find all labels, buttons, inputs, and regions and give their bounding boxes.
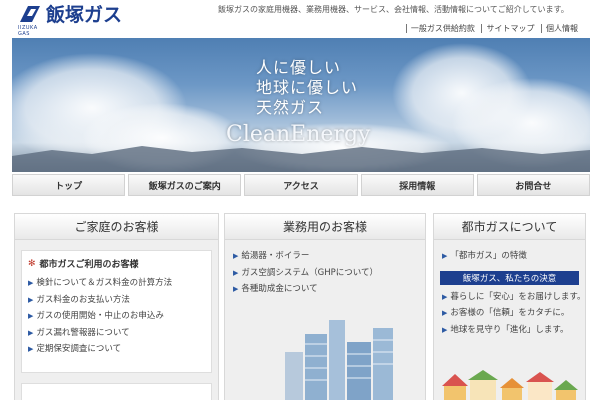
commitment-area: ▶ 暮らしに「安心」をお届けします。 ▶ お客様の「信頼」をカタチに。 ▶ 地球を見守… (434, 285, 586, 339)
link-text: ガス料金のお支払い方法 (36, 294, 130, 305)
hero-line-3: 天然ガス (256, 98, 325, 117)
logo-subtitle: IIZUKA GAS (18, 25, 38, 37)
triangle-icon: ▶ (28, 345, 34, 353)
logo-mark-icon: IIZUKA GAS (18, 4, 42, 37)
util-link-supply-terms[interactable]: 一般ガス供給約款 (405, 24, 479, 33)
business-link-subsidy[interactable]: ▶ 各種助成金について (233, 281, 417, 298)
home-customers-panel: ご家庭のお客様 ✻ 都市ガスご利用のお客様 ▶ 検針について＆ガス料金の計算方法 … (14, 213, 219, 400)
link-text: 検針について＆ガス料金の計算方法 (36, 278, 173, 288)
nav-top[interactable]: トップ (12, 174, 126, 196)
commitment-banner[interactable]: 飯塚ガス、私たちの決意 (440, 270, 579, 285)
link-text: ガス漏れ警報器について (36, 327, 130, 338)
citygas-users-heading: ✻ 都市ガスご利用のお客様 (28, 257, 205, 271)
home-link-list: ▶ 検針について＆ガス料金の計算方法 ▶ ガス料金のお支払い方法 ▶ ガスの使用開始・… (28, 275, 205, 358)
business-links-area: ▶ 給湯器・ボイラー ▶ ガス空調システム（GHPについて） ▶ 各種助成金について (225, 240, 425, 298)
citygas-feature-area: ▶ 「都市ガス」の特徴 (434, 240, 585, 265)
triangle-icon: ▶ (442, 325, 448, 334)
home-link-meter[interactable]: ▶ 検針について＆ガス料金の計算方法 (28, 275, 205, 292)
home-link-start-stop[interactable]: ▶ ガスの使用開始・中止のお申込み (28, 308, 205, 325)
link-text: ガスの使用開始・中止のお申込み (36, 311, 164, 321)
nav-recruit[interactable]: 採用情報 (360, 174, 474, 196)
citygas-users-box: ✻ 都市ガスご利用のお客様 ▶ 検針について＆ガス料金の計算方法 ▶ ガス料金のお支… (21, 250, 212, 373)
triangle-icon: ▶ (233, 252, 239, 260)
commitment-link-safety[interactable]: ▶ 暮らしに「安心」をお届けします。 (442, 289, 586, 306)
home-link-inspection[interactable]: ▶ 定期保安調査について (28, 341, 205, 358)
citygas-panel: 都市ガスについて ▶ 「都市ガス」の特徴 飯塚ガス、私たちの決意 ▶ 暮らしに「安心… (433, 213, 586, 400)
hero-banner: 人に優しい 地球に優しい 天然ガス CleanEnergy (12, 38, 590, 172)
home-link-leak-alarm[interactable]: ▶ ガス漏れ警報器について (28, 325, 205, 342)
commitment-link-trust[interactable]: ▶ お客様の「信頼」をカタチに。 (442, 305, 577, 322)
citygas-link-features[interactable]: ▶ 「都市ガス」の特徴 (442, 248, 577, 265)
business-panel-title: 業務用のお客様 (225, 214, 425, 240)
utility-links: 一般ガス供給約款 サイトマップ 個人情報 (405, 23, 582, 34)
link-text: 地球を見守り「進化」します。 (450, 324, 569, 335)
link-text: 「都市ガス」の特徴 (450, 251, 527, 261)
asterisk-icon: ✻ (28, 258, 36, 269)
commitment-list: ▶ 暮らしに「安心」をお届けします。 ▶ お客様の「信頼」をカタチに。 ▶ 地球を見守… (442, 289, 586, 339)
triangle-icon: ▶ (28, 279, 34, 287)
citygas-users-title: 都市ガスご利用のお客様 (39, 260, 139, 270)
triangle-icon: ▶ (28, 312, 34, 320)
triangle-icon: ▶ (28, 328, 34, 337)
site-header: IIZUKA GAS 飯塚ガス 飯塚ガスの家庭用機器、業務用機器、サービス、会社… (0, 0, 600, 40)
business-link-list: ▶ 給湯器・ボイラー ▶ ガス空調システム（GHPについて） ▶ 各種助成金について (233, 248, 417, 298)
nav-company-guide[interactable]: 飯塚ガスのご案内 (128, 174, 242, 196)
triangle-icon: ▶ (233, 285, 239, 293)
nav-contact[interactable]: お問合せ (476, 174, 591, 196)
link-text: 定期保安調査について (36, 344, 122, 354)
home-panel-title: ご家庭のお客様 (15, 214, 218, 240)
link-text: 各種助成金について (241, 284, 318, 294)
citygas-feature-list: ▶ 「都市ガス」の特徴 (442, 248, 577, 265)
link-text: ガス空調システム（GHPについて） (241, 267, 378, 278)
nav-access[interactable]: アクセス (244, 174, 358, 196)
link-text: お客様の「信頼」をカタチに。 (450, 308, 570, 318)
triangle-icon: ▶ (233, 268, 239, 277)
triangle-icon: ▶ (28, 295, 34, 304)
houses-illustration (442, 370, 578, 400)
util-link-privacy[interactable]: 個人情報 (541, 24, 582, 33)
header-tagline: 飯塚ガスの家庭用機器、業務用機器、サービス、会社情報、活動情報についてご紹介して… (218, 5, 569, 14)
business-link-ghp[interactable]: ▶ ガス空調システム（GHPについて） (233, 265, 417, 282)
business-link-boiler[interactable]: ▶ 給湯器・ボイラー (233, 248, 417, 265)
site-logo[interactable]: IIZUKA GAS 飯塚ガス (18, 4, 123, 37)
hero-english: CleanEnergy (226, 122, 371, 147)
home-secondary-box (21, 383, 212, 400)
hero-line-2: 地球に優しい (256, 78, 359, 97)
hero-line-1: 人に優しい (256, 58, 342, 77)
home-link-payment[interactable]: ▶ ガス料金のお支払い方法 (28, 292, 205, 309)
logo-name: 飯塚ガス (46, 4, 123, 26)
buildings-illustration (285, 320, 393, 400)
util-link-sitemap[interactable]: サイトマップ (481, 24, 539, 33)
triangle-icon: ▶ (442, 252, 448, 260)
commitment-link-evolve[interactable]: ▶ 地球を見守り「進化」します。 (442, 322, 577, 339)
triangle-icon: ▶ (442, 292, 448, 301)
page: IIZUKA GAS 飯塚ガス 飯塚ガスの家庭用機器、業務用機器、サービス、会社… (0, 0, 600, 400)
citygas-panel-title: 都市ガスについて (434, 214, 585, 240)
triangle-icon: ▶ (442, 309, 448, 317)
hero-copy: 人に優しい 地球に優しい 天然ガス CleanEnergy (226, 58, 370, 148)
business-customers-panel: 業務用のお客様 ▶ 給湯器・ボイラー ▶ ガス空調システム（GHPについて） ▶ 各種… (224, 213, 426, 400)
link-text: 給湯器・ボイラー (241, 251, 310, 261)
link-text: 暮らしに「安心」をお届けします。 (450, 291, 586, 302)
global-nav: トップ 飯塚ガスのご案内 アクセス 採用情報 お問合せ (12, 174, 591, 196)
